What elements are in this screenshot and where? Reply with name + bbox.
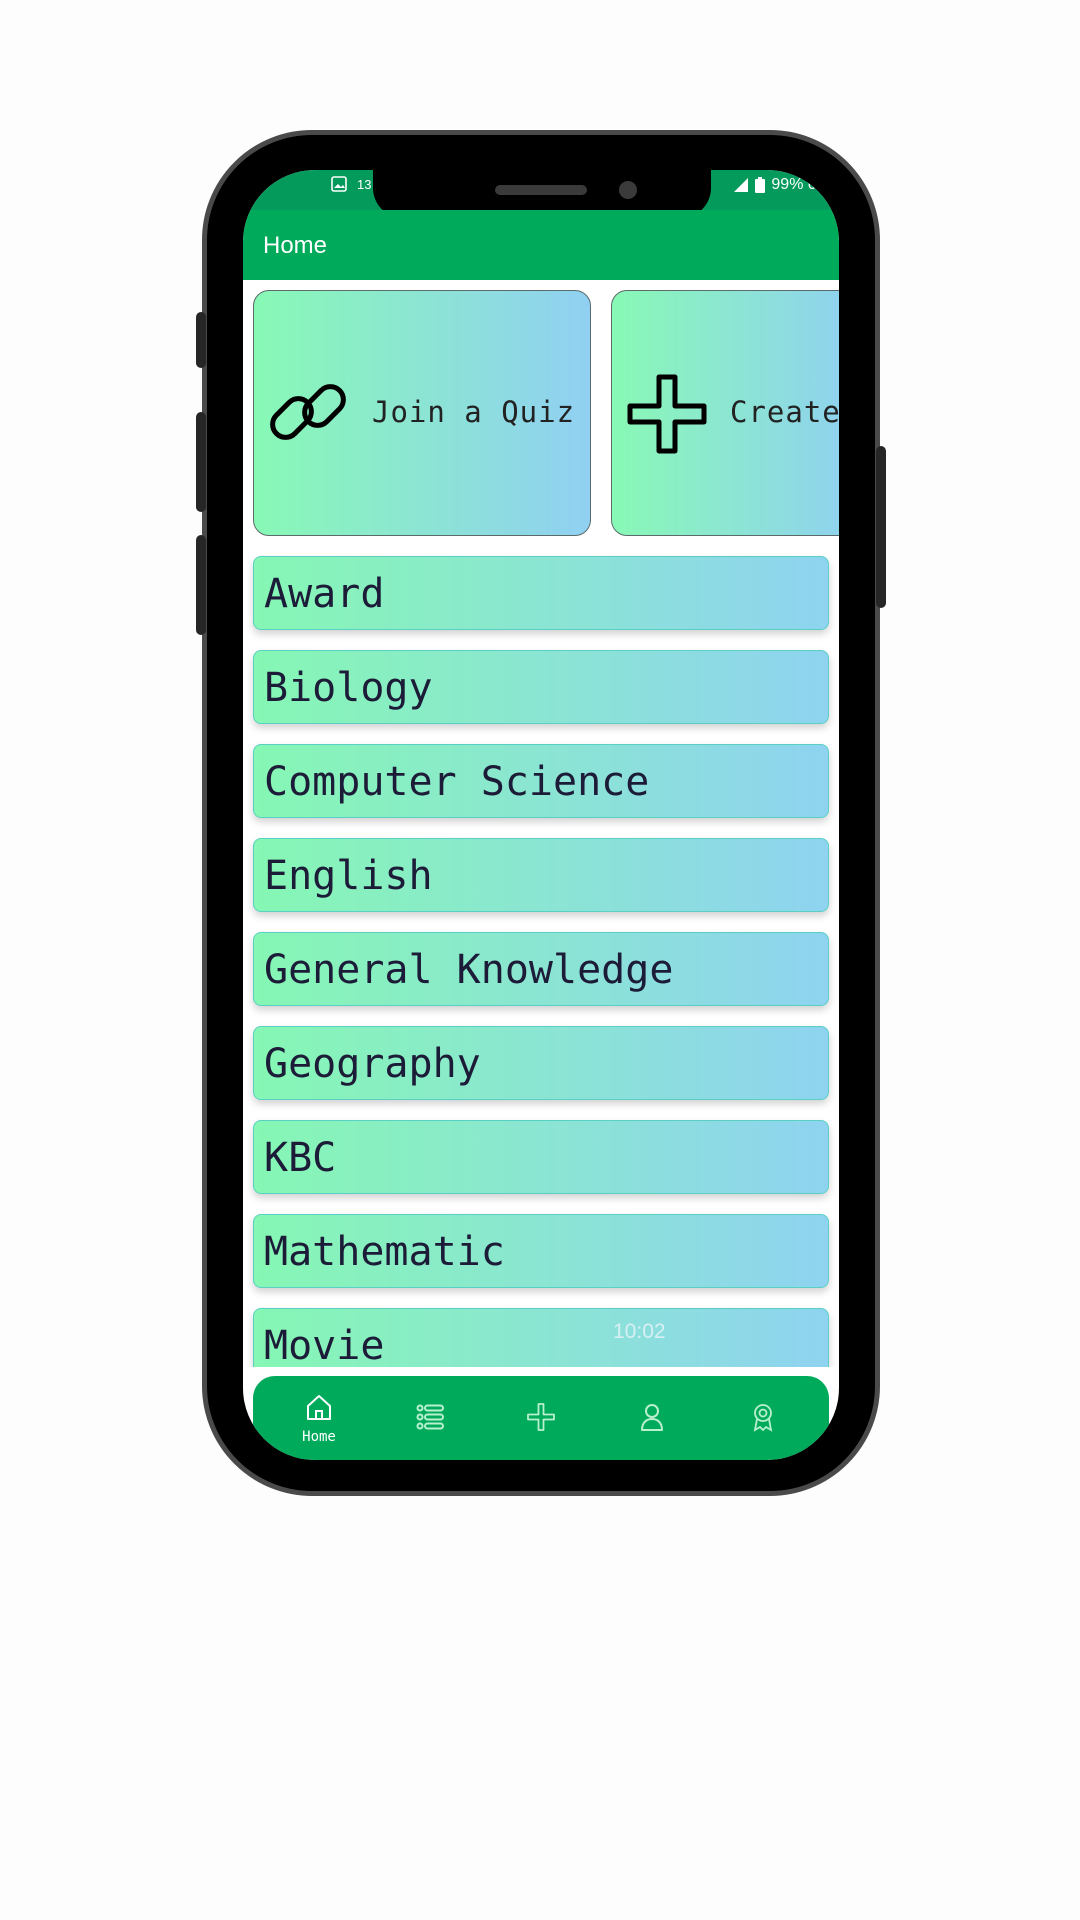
category-label: Geography xyxy=(264,1041,481,1087)
battery-icon xyxy=(755,177,766,193)
category-item[interactable]: General Knowledge xyxy=(253,932,829,1006)
image-notification-icon xyxy=(331,176,347,192)
nav-awards[interactable] xyxy=(733,1402,793,1437)
power-button xyxy=(876,446,886,608)
overlay-time-text: 10:02 xyxy=(613,1320,666,1343)
category-item[interactable]: Geography xyxy=(253,1026,829,1100)
phone-screen: 13 99% 01:1 Home Join a Quiz Create Awar… xyxy=(243,170,839,1460)
award-icon xyxy=(753,1404,773,1432)
person-icon xyxy=(641,1404,663,1431)
home-content: Join a Quiz Create Award Biology Compute… xyxy=(243,280,839,1367)
create-quiz-label: Create xyxy=(730,395,839,429)
category-label: Movie xyxy=(264,1323,385,1367)
nav-create[interactable] xyxy=(511,1402,571,1437)
network-speed-text: 13 xyxy=(357,176,372,192)
nav-categories[interactable] xyxy=(400,1402,460,1437)
nav-home[interactable]: Home xyxy=(289,1392,349,1445)
list-icon xyxy=(416,1404,444,1430)
category-label: Computer Science xyxy=(264,759,650,805)
category-label: KBC xyxy=(264,1135,337,1181)
category-label: Mathematic xyxy=(264,1229,505,1275)
volume-up-button xyxy=(196,412,206,512)
category-item[interactable]: Mathematic xyxy=(253,1214,829,1288)
join-quiz-label: Join a Quiz xyxy=(372,395,576,429)
category-label: English xyxy=(264,853,433,899)
speaker-grille xyxy=(495,185,587,195)
category-item[interactable]: Award xyxy=(253,556,829,630)
category-label: General Knowledge xyxy=(264,947,674,993)
category-item[interactable]: Movie xyxy=(253,1308,829,1367)
category-item[interactable]: Biology xyxy=(253,650,829,724)
status-right: 99% 01:1 xyxy=(733,176,839,194)
status-left: 13 xyxy=(331,176,371,192)
category-label: Award xyxy=(264,571,385,617)
signal-icon xyxy=(734,178,749,192)
nav-profile[interactable] xyxy=(622,1402,682,1437)
home-icon xyxy=(307,1395,331,1420)
create-quiz-card[interactable]: Create xyxy=(611,290,839,536)
category-item[interactable]: English xyxy=(253,838,829,912)
app-bar: Home xyxy=(243,210,839,280)
page-title: Home xyxy=(263,232,328,259)
join-quiz-card[interactable]: Join a Quiz xyxy=(253,290,591,536)
front-camera xyxy=(619,181,637,199)
nav-home-label: Home xyxy=(302,1429,336,1445)
plus-icon xyxy=(627,374,707,454)
bottom-navigation: Home xyxy=(253,1376,829,1460)
plus-icon xyxy=(527,1403,555,1431)
category-item[interactable]: KBC xyxy=(253,1120,829,1194)
battery-time-text: 99% 01:1 xyxy=(771,176,839,193)
link-icon xyxy=(270,384,346,440)
category-item[interactable]: Computer Science xyxy=(253,744,829,818)
mute-switch xyxy=(196,312,206,368)
category-label: Biology xyxy=(264,665,433,711)
volume-down-button xyxy=(196,535,206,635)
